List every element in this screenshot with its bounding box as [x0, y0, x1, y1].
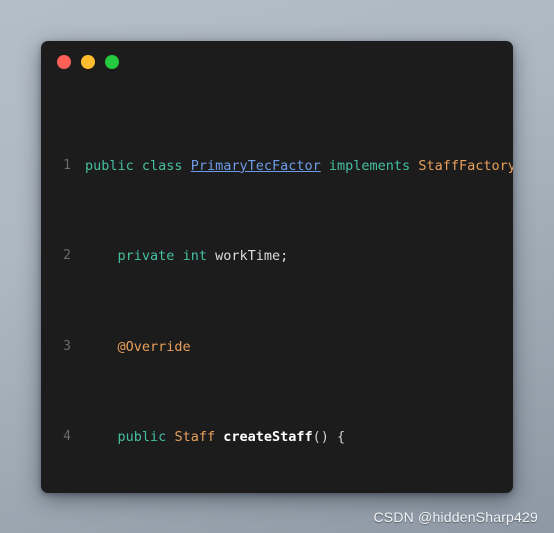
token-keyword: private — [117, 248, 175, 265]
code-line: 1 public class PrimaryTecFactor implemen… — [41, 155, 513, 178]
token-keyword: implements — [328, 157, 411, 174]
token-method-name: createStaff — [223, 428, 313, 445]
line-number: 4 — [63, 428, 71, 444]
code-line: 2 private int workTime; — [41, 245, 513, 268]
window-titlebar — [41, 41, 513, 83]
line-content: public Staff createStaff() { — [85, 426, 513, 449]
watermark-text: CSDN @hiddenSharp429 — [373, 509, 538, 525]
line-content: private int workTime; — [85, 245, 513, 268]
code-screenshot-window: 1 public class PrimaryTecFactor implemen… — [41, 41, 513, 493]
line-content: @Override — [85, 336, 513, 359]
code-editor-area[interactable]: 1 public class PrimaryTecFactor implemen… — [41, 83, 513, 493]
minimize-button[interactable] — [81, 55, 95, 69]
code-line: 4 public Staff createStaff() { — [41, 426, 513, 449]
code-line: 3 @Override — [41, 336, 513, 359]
close-button[interactable] — [57, 55, 71, 69]
line-content: public class PrimaryTecFactor implements… — [85, 155, 513, 178]
token-keyword: public — [85, 157, 134, 174]
token-annotation: @Override — [117, 338, 191, 355]
token-interface: StaffFactory{ — [418, 157, 513, 174]
token-keyword: public — [117, 428, 167, 445]
token-class-name: PrimaryTecFactor — [190, 157, 321, 174]
line-number: 2 — [63, 248, 71, 264]
token-keyword: int — [182, 248, 207, 265]
maximize-button[interactable] — [105, 55, 119, 69]
token-punctuation: () { — [312, 428, 346, 445]
token-keyword: class — [141, 157, 183, 174]
token-type: Staff — [174, 428, 216, 445]
line-number: 3 — [63, 338, 71, 354]
token-field: workTime; — [215, 248, 289, 265]
line-number: 1 — [63, 157, 71, 173]
